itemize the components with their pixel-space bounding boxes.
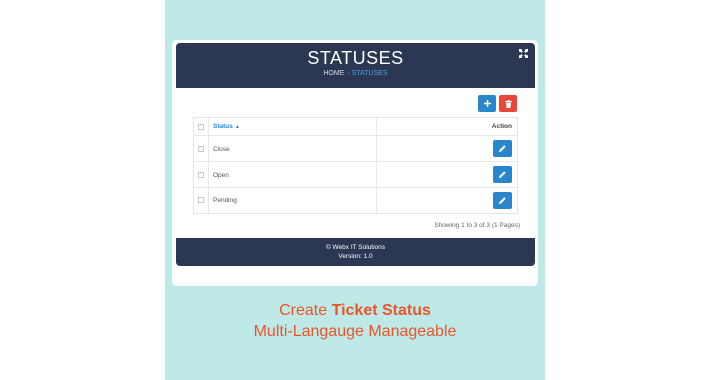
row-check-cell (194, 162, 209, 187)
row-checkbox[interactable] (198, 172, 204, 178)
status-column-label: Status (213, 123, 233, 130)
caption-prefix: Create (279, 302, 328, 319)
row-check-cell (194, 188, 209, 213)
table-header-row: Status ▲ Action (194, 118, 517, 136)
footer-version: Version: 1.0 (338, 253, 373, 260)
caption-line-2: Multi-Langauge Manageable (253, 323, 457, 340)
trash-icon (504, 99, 512, 108)
row-check-cell (194, 136, 209, 161)
page-header: STATUSES HOME › STATUSES (176, 43, 535, 88)
action-cell (376, 136, 517, 161)
expand-icon[interactable] (519, 49, 528, 58)
caption-bold: Ticket Status (331, 302, 431, 319)
add-status-button[interactable] (478, 95, 496, 112)
row-checkbox[interactable] (198, 146, 204, 152)
pencil-icon (499, 145, 506, 152)
delete-status-button[interactable] (499, 95, 517, 112)
status-table: Status ▲ Action Close Open Pending (193, 117, 518, 214)
action-column-cell: Action (376, 118, 517, 135)
caption-line-1: Create Ticket Status (165, 302, 545, 320)
action-cell (376, 162, 517, 187)
edit-button[interactable] (493, 166, 512, 183)
row-checkbox[interactable] (198, 197, 204, 203)
table-row: Open (194, 162, 517, 188)
breadcrumb: HOME › STATUSES (176, 70, 535, 77)
status-name: Pending (213, 197, 237, 204)
select-all-checkbox[interactable] (198, 124, 204, 130)
action-cell (376, 188, 517, 213)
page-footer: © Webx IT Solutions Version: 1.0 (176, 238, 535, 266)
breadcrumb-separator: › (347, 70, 350, 77)
pencil-icon (499, 197, 506, 204)
table-row: Pending (194, 188, 517, 213)
page-title: STATUSES (307, 48, 404, 68)
pagination-summary: Showing 1 to 3 of 3 (1 Pages) (434, 222, 520, 229)
breadcrumb-current[interactable]: STATUSES (352, 70, 388, 77)
action-column-header: Action (491, 123, 512, 130)
status-name: Open (213, 172, 229, 179)
select-all-cell (194, 118, 209, 135)
breadcrumb-home[interactable]: HOME (323, 70, 344, 77)
sort-ascending-icon: ▲ (234, 124, 240, 130)
status-name: Close (213, 146, 230, 153)
footer-copyright: © Webx IT Solutions (325, 244, 386, 251)
table-row: Close (194, 136, 517, 162)
edit-button[interactable] (493, 192, 512, 209)
status-column-header[interactable]: Status ▲ (213, 123, 240, 130)
pencil-icon (499, 171, 506, 178)
edit-button[interactable] (493, 140, 512, 157)
plus-icon (483, 100, 491, 107)
